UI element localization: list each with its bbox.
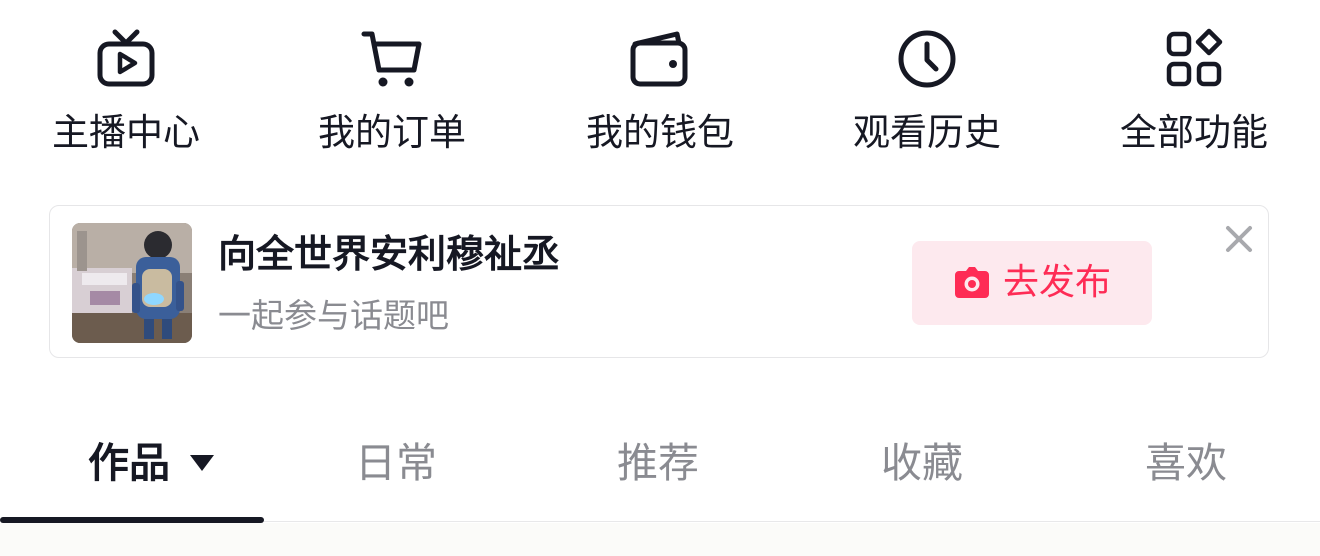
quick-action-label: 观看历史 xyxy=(853,111,1001,154)
profile-page: 主播中心 我的订单 我的钱包 观看历史 全部功能 向全世界安利穆祉丞 一起参与话… xyxy=(0,0,1320,556)
publish-button[interactable]: 去发布 xyxy=(912,241,1152,325)
content-area-top xyxy=(0,523,1320,556)
tab-label: 喜欢 xyxy=(1145,439,1227,487)
clock-icon xyxy=(898,30,956,88)
tab-label: 作品 xyxy=(88,439,170,487)
quick-action-label: 主播中心 xyxy=(52,111,200,154)
tab-daily[interactable]: 日常 xyxy=(355,438,437,488)
tab-label: 推荐 xyxy=(617,439,699,487)
quick-actions-row: 主播中心 我的订单 我的钱包 观看历史 全部功能 xyxy=(0,0,1320,190)
triangle-down-icon xyxy=(190,455,214,471)
quick-action-label: 我的订单 xyxy=(318,111,466,154)
tab-label: 日常 xyxy=(355,439,437,487)
camera-icon xyxy=(954,267,989,298)
topic-title: 向全世界安利穆祉丞 xyxy=(218,232,561,276)
tab-likes[interactable]: 喜欢 xyxy=(1145,438,1227,488)
cart-icon xyxy=(361,31,422,87)
tab-favorites[interactable]: 收藏 xyxy=(881,438,963,488)
topic-thumbnail xyxy=(72,223,192,343)
publish-label: 去发布 xyxy=(1002,262,1111,303)
content-tabs: 作品 日常 推荐 收藏 喜欢 xyxy=(0,400,1320,523)
quick-action-my-orders[interactable]: 我的订单 xyxy=(292,26,492,166)
quick-action-watch-history[interactable]: 观看历史 xyxy=(827,26,1027,166)
quick-action-all-features[interactable]: 全部功能 xyxy=(1094,26,1294,166)
tab-label: 收藏 xyxy=(881,439,963,487)
tab-recommended[interactable]: 推荐 xyxy=(617,438,699,488)
topic-subtitle: 一起参与话题吧 xyxy=(218,296,449,335)
live-tv-icon xyxy=(97,29,155,87)
topic-card[interactable]: 向全世界安利穆祉丞 一起参与话题吧 去发布 xyxy=(49,205,1269,358)
close-icon[interactable] xyxy=(1222,222,1256,256)
quick-action-label: 我的钱包 xyxy=(586,111,734,154)
wallet-icon xyxy=(630,31,688,87)
quick-action-label: 全部功能 xyxy=(1120,111,1268,154)
apps-grid-icon xyxy=(1166,28,1223,87)
tab-works[interactable]: 作品 xyxy=(88,438,214,488)
quick-action-streamer-center[interactable]: 主播中心 xyxy=(26,26,226,166)
quick-action-my-wallet[interactable]: 我的钱包 xyxy=(560,26,760,166)
